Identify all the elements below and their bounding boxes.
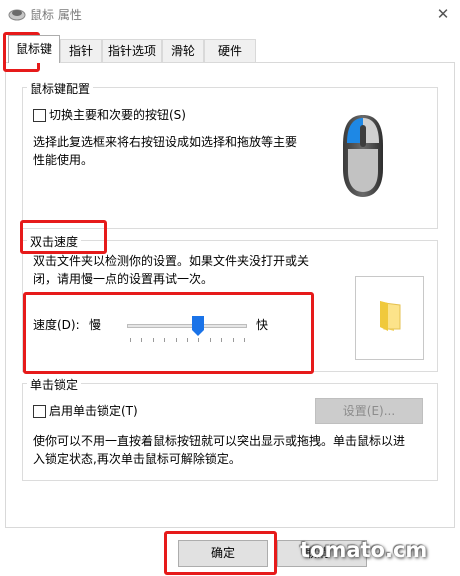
tab-pointers[interactable]: 指针 [60, 39, 102, 62]
highlight-ok [164, 531, 277, 575]
highlight-slider [23, 292, 314, 374]
folder-icon[interactable] [374, 299, 404, 333]
mouse-app-icon [8, 7, 26, 21]
double-click-desc-line1: 双击文件夹以检测你的设置。如果文件夹没打开或关 [33, 254, 310, 268]
switch-buttons-checkbox[interactable] [33, 109, 46, 122]
watermark-text: tomato.cm [300, 538, 428, 562]
click-lock-desc-line2: 入锁定状态,再次单击鼠标可解除锁定。 [33, 452, 241, 466]
click-lock-label[interactable]: 启用单击锁定(T) [49, 402, 138, 420]
window-title: 鼠标 属性 [30, 8, 82, 22]
tab-pointer-options[interactable]: 指针选项 [102, 39, 162, 62]
button-config-desc-line1: 选择此复选框来将右按钮设成如选择和拖放等主要 [33, 135, 298, 149]
test-area[interactable] [355, 276, 424, 360]
tab-wheel[interactable]: 滑轮 [162, 39, 204, 62]
button-config-legend: 鼠标键配置 [27, 80, 94, 97]
highlight-legend [20, 220, 107, 254]
button-config-desc-line2: 性能使用。 [33, 153, 94, 167]
switch-buttons-label[interactable]: 切换主要和次要的按钮(S) [49, 106, 186, 124]
click-lock-desc-line1: 使你可以不用一直按着鼠标按钮就可以突出显示或拖拽。单击鼠标以进 [33, 434, 406, 448]
tab-hardware[interactable]: 硬件 [204, 39, 256, 62]
double-click-desc-line2: 闭，请用慢一点的设置再试一次。 [33, 272, 214, 286]
title-bar: 鼠标 属性 ✕ [0, 0, 460, 30]
close-button[interactable]: ✕ [430, 2, 456, 26]
click-lock-checkbox[interactable] [33, 405, 46, 418]
tab-buttons[interactable]: 鼠标键 [8, 35, 60, 63]
click-lock-legend: 单击锁定 [27, 376, 82, 393]
mouse-icon [340, 113, 386, 199]
click-lock-settings-button[interactable]: 设置(E)... [315, 398, 423, 424]
